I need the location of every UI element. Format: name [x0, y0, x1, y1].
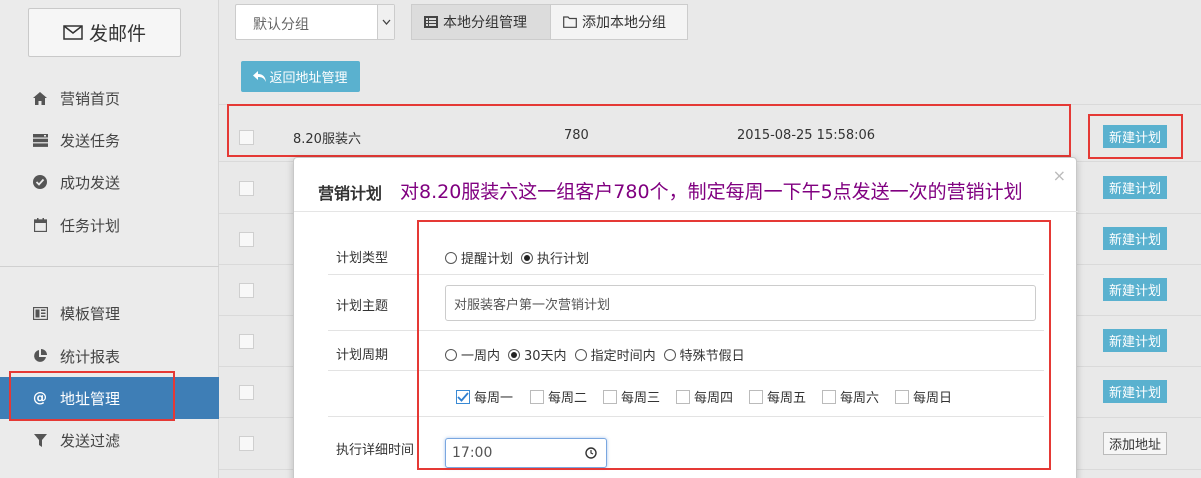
row-checkbox[interactable] — [239, 436, 254, 451]
group-select-value: 默认分组 — [253, 17, 309, 33]
nav-item-task-plan[interactable]: 任务计划 — [0, 204, 219, 246]
chevron-down-icon — [377, 5, 394, 39]
modal-header: 营销计划 对8.20服装六这一组客户780个，制定每周一下午5点发送一次的营销计… — [294, 158, 1078, 212]
marketing-plan-modal: 营销计划 对8.20服装六这一组客户780个，制定每周一下午5点发送一次的营销计… — [293, 157, 1078, 478]
template-icon — [32, 305, 48, 321]
row-checkbox[interactable] — [239, 385, 254, 400]
compose-label: 发邮件 — [88, 23, 146, 45]
nav-item-sent-success[interactable]: 成功发送 — [0, 161, 219, 203]
nav-item-marketing-home[interactable]: 营销首页 — [0, 77, 219, 119]
nav-label: 统计报表 — [60, 347, 121, 366]
exec-time-label: 执行详细时间 — [336, 443, 415, 458]
plan-period-label: 计划周期 — [336, 348, 389, 363]
check-circle-icon — [32, 174, 48, 190]
nav-label: 营销首页 — [60, 89, 121, 108]
add-address-button[interactable]: 添加地址 — [1103, 432, 1167, 455]
nav-label: 发送过滤 — [60, 431, 121, 450]
local-group-manage-label: 本地分组管理 — [443, 15, 527, 31]
filter-icon — [32, 432, 48, 448]
back-label: 返回地址管理 — [269, 71, 348, 86]
new-plan-button[interactable]: 新建计划 — [1103, 278, 1167, 301]
modal-annotation: 对8.20服装六这一组客户780个，制定每周一下午5点发送一次的营销计划 — [400, 181, 1023, 203]
new-plan-button[interactable]: 新建计划 — [1103, 380, 1167, 403]
nav-label: 模板管理 — [60, 304, 121, 323]
sidebar: 发邮件 营销首页 发送任务 成功发送 任务计划 模板管理 统计报表 @ 地址管理… — [0, 0, 219, 478]
calendar-icon — [32, 217, 48, 233]
nav-label: 发送任务 — [60, 131, 121, 150]
add-local-group-button[interactable]: 添加本地分组 — [550, 4, 688, 40]
new-plan-button[interactable]: 新建计划 — [1103, 176, 1167, 199]
group-select[interactable]: 默认分组 — [235, 4, 395, 40]
nav-item-send-filter[interactable]: 发送过滤 — [0, 419, 219, 461]
add-local-group-label: 添加本地分组 — [582, 15, 666, 31]
new-plan-highlight-box — [1088, 114, 1183, 159]
folder-icon — [563, 16, 577, 28]
row-checkbox[interactable] — [239, 181, 254, 196]
close-icon[interactable]: × — [1053, 166, 1066, 185]
pie-chart-icon — [32, 348, 48, 364]
server-icon — [32, 132, 48, 148]
plan-type-label: 计划类型 — [336, 251, 389, 266]
compose-button[interactable]: 发邮件 — [28, 8, 181, 57]
row-checkbox[interactable] — [239, 334, 254, 349]
nav-item-send-tasks[interactable]: 发送任务 — [0, 119, 219, 161]
back-to-address-button[interactable]: 返回地址管理 — [241, 61, 360, 92]
new-plan-button[interactable]: 新建计划 — [1103, 329, 1167, 352]
new-plan-button[interactable]: 新建计划 — [1103, 227, 1167, 250]
row-checkbox[interactable] — [239, 232, 254, 247]
form-highlight-box — [417, 220, 1051, 470]
sidebar-divider — [0, 266, 219, 267]
envelope-icon — [63, 25, 83, 40]
row-checkbox[interactable] — [239, 283, 254, 298]
reply-arrow-icon — [253, 71, 267, 82]
list-icon — [424, 16, 438, 28]
address-nav-highlight-box — [9, 371, 175, 421]
row-highlight-box — [227, 104, 1071, 157]
modal-title: 营销计划 — [318, 184, 383, 203]
nav-label: 任务计划 — [60, 216, 121, 235]
home-icon — [32, 90, 48, 106]
nav-label: 成功发送 — [60, 173, 121, 192]
plan-subject-label: 计划主题 — [336, 299, 389, 314]
local-group-manage-button[interactable]: 本地分组管理 — [411, 4, 551, 40]
nav-item-templates[interactable]: 模板管理 — [0, 292, 219, 334]
